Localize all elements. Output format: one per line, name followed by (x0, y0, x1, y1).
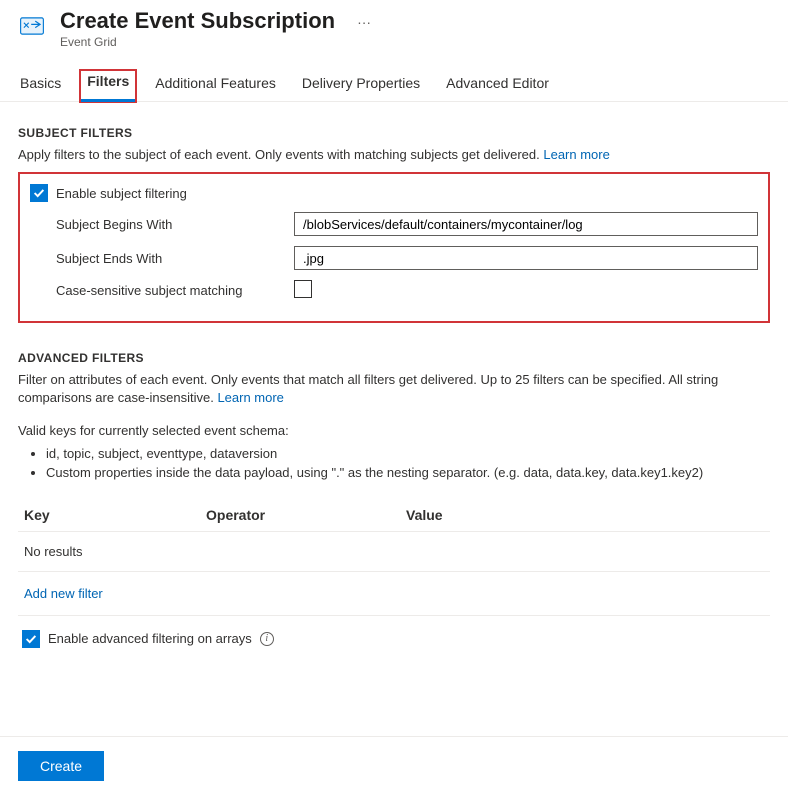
subject-ends-input[interactable] (294, 246, 758, 270)
valid-keys-line-1: id, topic, subject, eventtype, dataversi… (46, 444, 770, 464)
case-sensitive-checkbox[interactable] (294, 280, 312, 298)
tab-advanced-editor[interactable]: Advanced Editor (444, 71, 551, 101)
valid-keys-line-2: Custom properties inside the data payloa… (46, 463, 770, 483)
enable-advanced-filtering-arrays-label: Enable advanced filtering on arrays (48, 631, 252, 646)
advanced-filters-table-header: Key Operator Value (18, 499, 770, 532)
col-operator: Operator (206, 507, 406, 523)
subject-filters-learn-more[interactable]: Learn more (543, 147, 609, 162)
tabs: Basics Filters Additional Features Deliv… (0, 53, 788, 102)
page-title: Create Event Subscription (60, 8, 335, 34)
advanced-filters-heading: ADVANCED FILTERS (18, 351, 770, 365)
subject-filters-highlighted-area: Enable subject filtering Subject Begins … (18, 172, 770, 323)
more-actions-icon[interactable]: ··· (357, 14, 371, 30)
col-key: Key (18, 507, 206, 523)
tab-additional-features[interactable]: Additional Features (153, 71, 278, 101)
subject-begins-input[interactable] (294, 212, 758, 236)
tab-filters[interactable]: Filters (79, 69, 137, 103)
advanced-filters-no-results: No results (18, 532, 770, 572)
subject-filters-heading: SUBJECT FILTERS (18, 126, 770, 140)
valid-keys-block: Valid keys for currently selected event … (18, 422, 770, 483)
create-button[interactable]: Create (18, 751, 104, 781)
add-new-filter-link[interactable]: Add new filter (18, 572, 770, 616)
subject-ends-label: Subject Ends With (30, 251, 294, 266)
enable-subject-filtering-label: Enable subject filtering (56, 186, 187, 201)
page-subtitle: Event Grid (60, 35, 335, 49)
advanced-filters-learn-more[interactable]: Learn more (217, 390, 283, 405)
tab-delivery-properties[interactable]: Delivery Properties (300, 71, 422, 101)
event-grid-icon (18, 12, 46, 40)
tab-basics[interactable]: Basics (18, 71, 63, 101)
subject-filters-help: Apply filters to the subject of each eve… (18, 146, 770, 164)
advanced-filters-help: Filter on attributes of each event. Only… (18, 371, 770, 407)
enable-subject-filtering-checkbox[interactable] (30, 184, 48, 202)
valid-keys-intro: Valid keys for currently selected event … (18, 422, 770, 440)
col-value: Value (406, 507, 770, 523)
subject-begins-label: Subject Begins With (30, 217, 294, 232)
case-sensitive-label: Case-sensitive subject matching (30, 283, 294, 298)
enable-advanced-filtering-arrays-checkbox[interactable] (22, 630, 40, 648)
info-icon[interactable]: i (260, 632, 274, 646)
